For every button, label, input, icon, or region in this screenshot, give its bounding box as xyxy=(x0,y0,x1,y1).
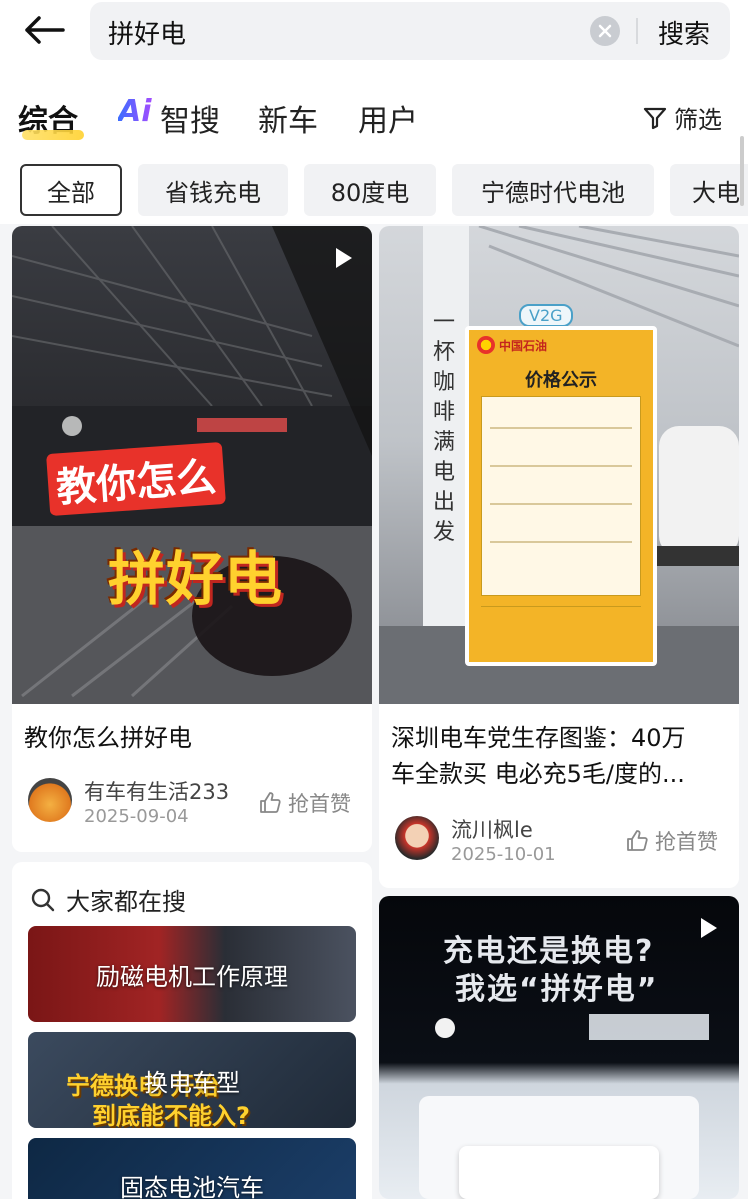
overlay-text-2: 我选“拼好电” xyxy=(455,972,659,1007)
search-icon xyxy=(31,888,55,911)
chip-all[interactable]: 全部 xyxy=(20,164,122,216)
chip-row: 全部 省钱充电 80度电 宁德时代电池 大电 xyxy=(0,152,748,224)
hot-search-item[interactable]: 励磁电机工作原理 xyxy=(28,926,356,1022)
tab-users[interactable]: 用户 xyxy=(358,96,418,140)
hot-bg-text-2: 到底能不能入? xyxy=(92,1102,250,1128)
light-icon xyxy=(435,1018,455,1038)
thumbs-up-icon xyxy=(627,830,648,851)
like-button[interactable]: 抢首赞 xyxy=(625,826,718,856)
post-image: 一杯咖啡满电出发 V2G 中国石油 价格公示 xyxy=(379,226,739,704)
author-name[interactable]: 有车有生活233 xyxy=(84,776,229,806)
hot-search-title-text: 大家都在搜 xyxy=(66,888,186,916)
tab-bar: 综合 Ai 智搜 新车 用户 筛选 xyxy=(0,72,748,152)
chip-save-charging[interactable]: 省钱充电 xyxy=(138,164,288,216)
filter-button[interactable]: 筛选 xyxy=(642,100,722,135)
filter-label: 筛选 xyxy=(674,106,722,134)
clear-icon[interactable] xyxy=(590,16,620,46)
search-button[interactable]: 搜索 xyxy=(658,14,710,51)
chip-catl-battery[interactable]: 宁德时代电池 xyxy=(452,164,654,216)
tab-smart-search[interactable]: 智搜 xyxy=(160,96,220,140)
price-table xyxy=(481,396,641,596)
hot-search-label: 励磁电机工作原理 xyxy=(96,962,288,991)
avatar[interactable] xyxy=(395,816,439,860)
back-arrow-icon[interactable] xyxy=(20,10,68,50)
hot-search-item[interactable]: 固态电池汽车 xyxy=(28,1138,356,1199)
overlay-text-2: 拼好电 xyxy=(108,545,283,613)
play-icon xyxy=(701,918,717,938)
chip-80kwh[interactable]: 80度电 xyxy=(304,164,436,216)
scrollbar[interactable] xyxy=(740,136,744,206)
hot-search-label: 换电车型 xyxy=(144,1068,240,1097)
post-card[interactable]: 充电还是换电? 我选“拼好电” xyxy=(379,896,739,1199)
brand-name: 中国石油 xyxy=(499,338,548,353)
post-title-line-2: 车全款买 电必充5毛/度的... xyxy=(391,760,685,788)
like-button[interactable]: 抢首赞 xyxy=(258,788,351,818)
hot-search-label: 固态电池汽车 xyxy=(120,1174,264,1199)
post-title-line-1: 深圳电车党生存图鉴：40万 xyxy=(391,724,686,752)
ai-badge-icon: Ai xyxy=(118,94,152,129)
post-date: 2025-09-04 xyxy=(84,806,189,827)
petrochina-logo-icon xyxy=(477,336,495,354)
lit-sign xyxy=(589,1014,709,1040)
search-query: 拼好电 xyxy=(108,20,187,50)
author-name[interactable]: 流川枫le xyxy=(451,814,533,844)
overlay-text-1: 教你怎么 xyxy=(46,441,226,517)
tab-new-car[interactable]: 新车 xyxy=(258,96,318,140)
like-label: 抢首赞 xyxy=(288,792,351,816)
price-board: 中国石油 价格公示 xyxy=(465,326,657,666)
top-bar: 拼好电 搜索 xyxy=(0,0,748,72)
hot-search-item[interactable]: 宁德换电 开始 到底能不能入? 换电车型 xyxy=(28,1032,356,1128)
board-title: 价格公示 xyxy=(525,370,597,391)
post-card[interactable]: 教你怎么 拼好电 教你怎么拼好电 有车有生活233 2025-09-04 抢首赞 xyxy=(12,226,372,852)
filter-icon xyxy=(643,107,667,129)
post-card[interactable]: 一杯咖啡满电出发 V2G 中国石油 价格公示 深圳电车党生存图鉴：40万 车全款… xyxy=(379,226,739,888)
divider xyxy=(636,18,638,44)
post-title: 教你怎么拼好电 xyxy=(24,724,192,752)
video-thumbnail: 充电还是换电? 我选“拼好电” xyxy=(379,896,739,1199)
popup xyxy=(459,1146,659,1199)
chip-big-battery[interactable]: 大电 xyxy=(670,164,748,216)
hot-search-title: 大家都在搜 xyxy=(30,882,186,917)
poster-text: 一杯咖啡满电出发 xyxy=(433,310,456,545)
hot-search-panel: 大家都在搜 励磁电机工作原理 宁德换电 开始 到底能不能入? 换电车型 固态电池… xyxy=(12,862,372,1199)
v2g-badge: V2G xyxy=(519,304,573,327)
active-tab-indicator xyxy=(22,130,84,140)
search-input[interactable]: 拼好电 搜索 xyxy=(90,2,730,60)
like-label: 抢首赞 xyxy=(655,830,718,854)
post-date: 2025-10-01 xyxy=(451,844,556,865)
play-icon xyxy=(336,248,352,268)
thumbs-up-icon xyxy=(260,792,281,813)
avatar[interactable] xyxy=(28,778,72,822)
video-thumbnail: 教你怎么 拼好电 xyxy=(12,226,372,704)
